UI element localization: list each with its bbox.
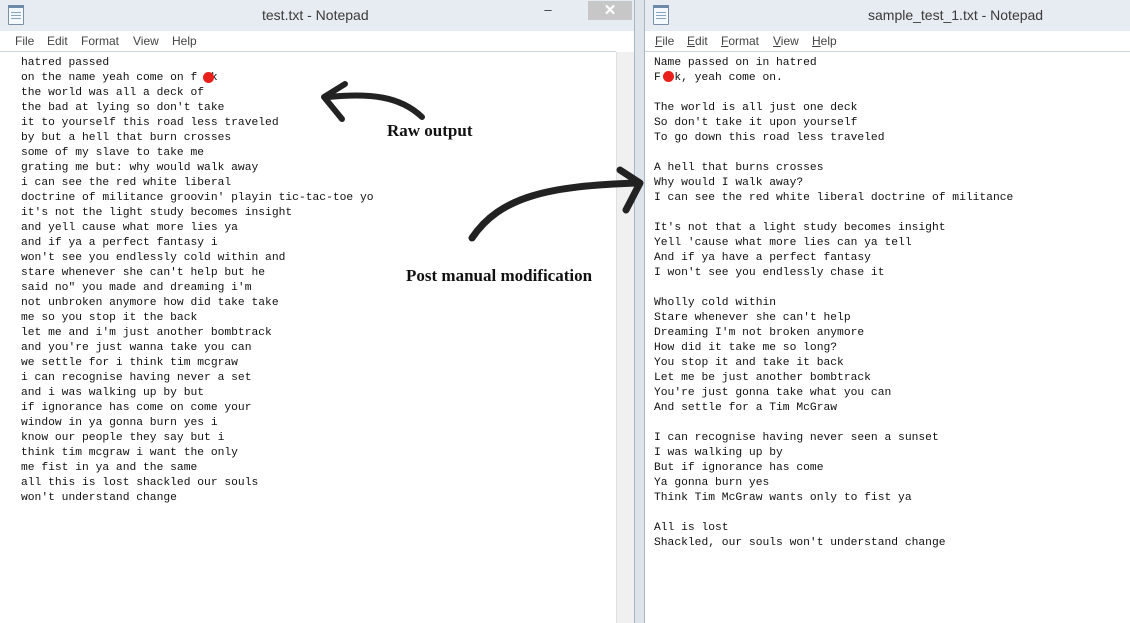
- menu-edit[interactable]: Edit: [687, 34, 708, 48]
- notepad-icon[interactable]: [653, 5, 669, 25]
- title-bar[interactable]: test.txt - Notepad – ✕: [0, 0, 634, 31]
- censor-mark: [203, 72, 214, 83]
- menu-help[interactable]: Help: [812, 34, 837, 48]
- menu-view[interactable]: View: [773, 34, 799, 48]
- window-title: test.txt - Notepad: [262, 7, 369, 23]
- menu-help[interactable]: Help: [172, 34, 197, 48]
- vertical-scrollbar[interactable]: [616, 52, 634, 623]
- minimize-button[interactable]: –: [533, 0, 563, 22]
- menu-edit[interactable]: Edit: [47, 34, 68, 48]
- menu-view[interactable]: View: [133, 34, 159, 48]
- menu-format[interactable]: Format: [81, 34, 119, 48]
- editor-text[interactable]: Name passed on in hatred F k, yeah come …: [645, 52, 1130, 551]
- notepad-window-right: sample_test_1.txt - Notepad File Edit Fo…: [644, 0, 1130, 623]
- window-title: sample_test_1.txt - Notepad: [868, 7, 1044, 23]
- desktop-gap: [635, 0, 644, 623]
- menu-bar: File Edit Format View Help: [0, 31, 634, 51]
- text-editor[interactable]: Name passed on in hatred F k, yeah come …: [645, 51, 1130, 623]
- text-editor[interactable]: hatred passed on the name yeah come on f…: [0, 51, 616, 623]
- notepad-icon[interactable]: [8, 5, 24, 25]
- title-bar[interactable]: sample_test_1.txt - Notepad: [645, 0, 1130, 31]
- close-button[interactable]: ✕: [588, 1, 632, 20]
- menu-file[interactable]: File: [655, 34, 674, 48]
- notepad-window-left: test.txt - Notepad – ✕ File Edit Format …: [0, 0, 635, 623]
- annotation-post-modification: Post manual modification: [406, 266, 593, 285]
- annotation-raw-output: Raw output: [387, 121, 473, 140]
- menu-file[interactable]: File: [15, 34, 34, 48]
- censor-mark: [663, 71, 674, 82]
- menu-format[interactable]: Format: [721, 34, 759, 48]
- menu-bar: File Edit Format View Help: [645, 31, 1130, 51]
